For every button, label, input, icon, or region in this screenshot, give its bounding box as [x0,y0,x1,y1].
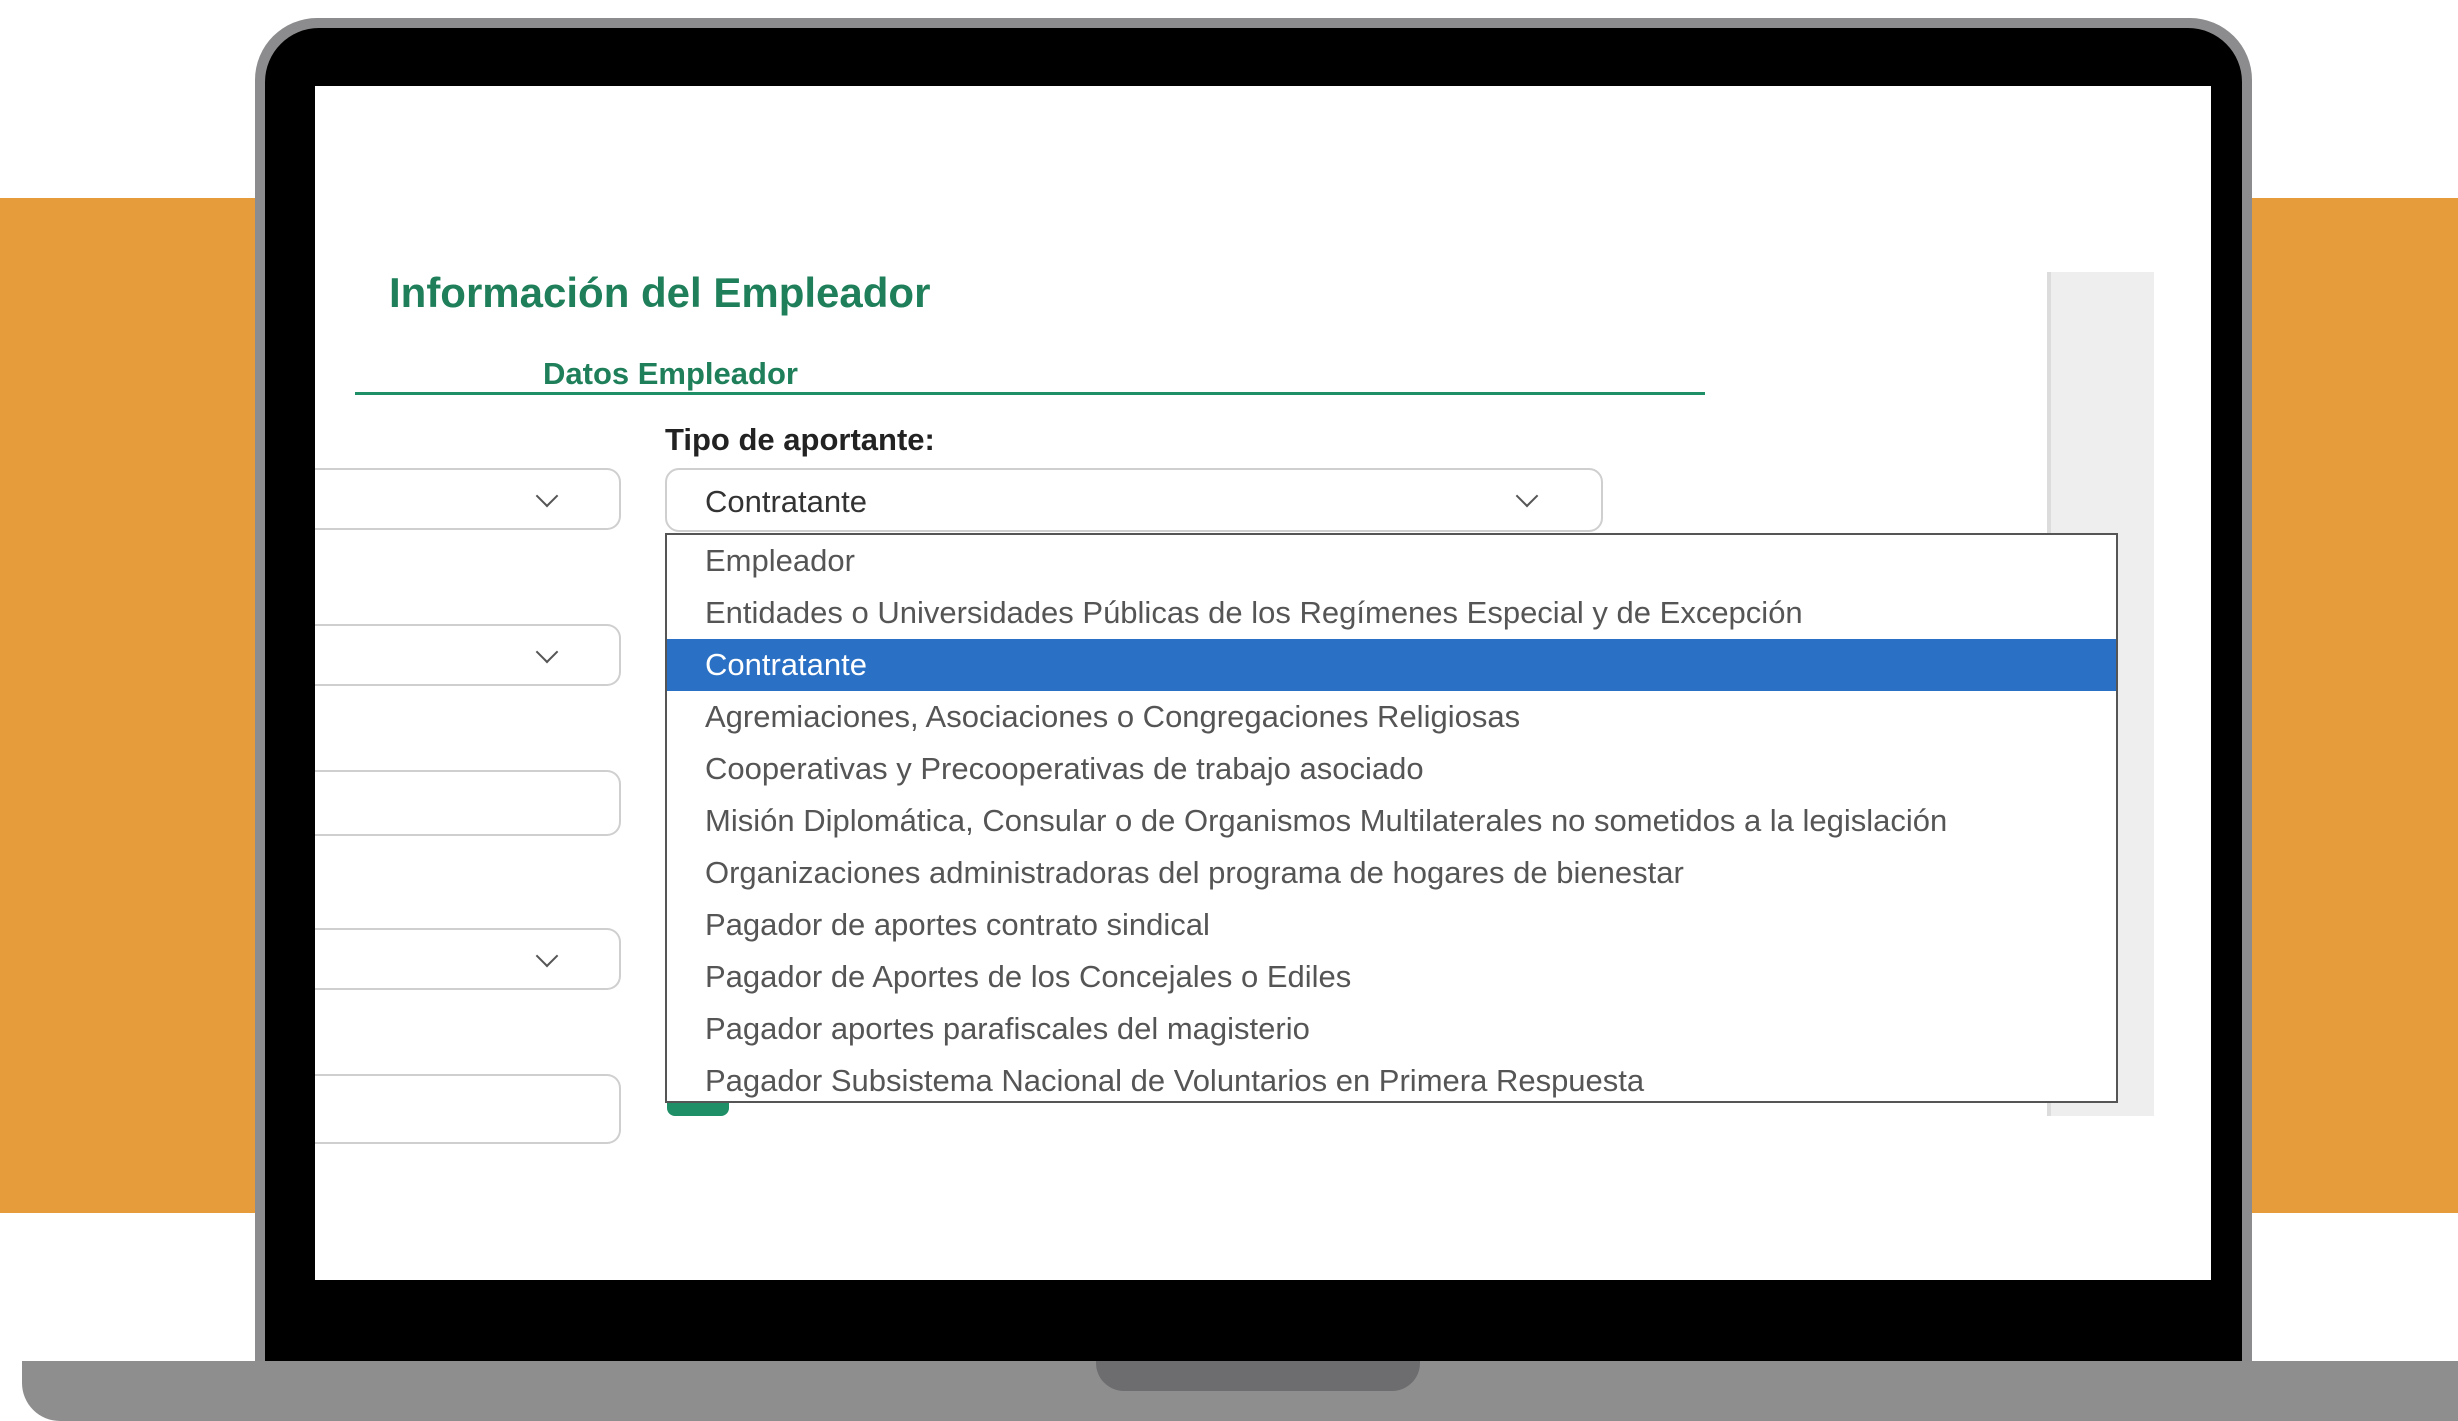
dropdown-option-selected[interactable]: Contratante [667,639,2116,691]
dropdown-option[interactable]: Pagador aportes parafiscales del magiste… [667,1003,2116,1055]
laptop-notch [1096,1361,1420,1391]
tipo-aportante-dropdown: Empleador Entidades o Universidades Públ… [665,533,2118,1103]
left-select-1[interactable] [315,468,621,530]
dropdown-option[interactable]: Misión Diplomática, Consular o de Organi… [667,795,2116,847]
left-select-2[interactable] [315,624,621,686]
dropdown-option[interactable]: Pagador de aportes contrato sindical [667,899,2116,951]
left-input-2[interactable] [315,1074,621,1144]
dropdown-option[interactable]: Entidades o Universidades Públicas de lo… [667,587,2116,639]
chevron-down-icon [535,944,559,968]
tipo-aportante-label: Tipo de aportante: [665,422,935,457]
chevron-down-icon [535,640,559,664]
dropdown-option[interactable]: Empleador [667,535,2116,587]
page-title: Información del Empleador [389,269,931,316]
section-title: Datos Empleador [543,356,798,391]
laptop-screen: Información del Empleador Datos Empleado… [315,86,2211,1280]
chevron-down-icon [535,484,559,508]
section-divider [355,392,1705,395]
dropdown-option[interactable]: Cooperativas y Precooperativas de trabaj… [667,743,2116,795]
dropdown-option[interactable]: Organizaciones administradoras del progr… [667,847,2116,899]
chevron-down-icon [1515,484,1539,508]
left-input-1[interactable] [315,770,621,836]
dropdown-option[interactable]: Pagador de Aportes de los Concejales o E… [667,951,2116,1003]
tipo-aportante-select[interactable]: Contratante [665,468,1603,532]
left-select-3[interactable] [315,928,621,990]
dropdown-option[interactable]: Agremiaciones, Asociaciones o Congregaci… [667,691,2116,743]
selected-value: Contratante [705,484,867,519]
dropdown-option[interactable]: Pagador Subsistema Nacional de Voluntari… [667,1055,2116,1101]
